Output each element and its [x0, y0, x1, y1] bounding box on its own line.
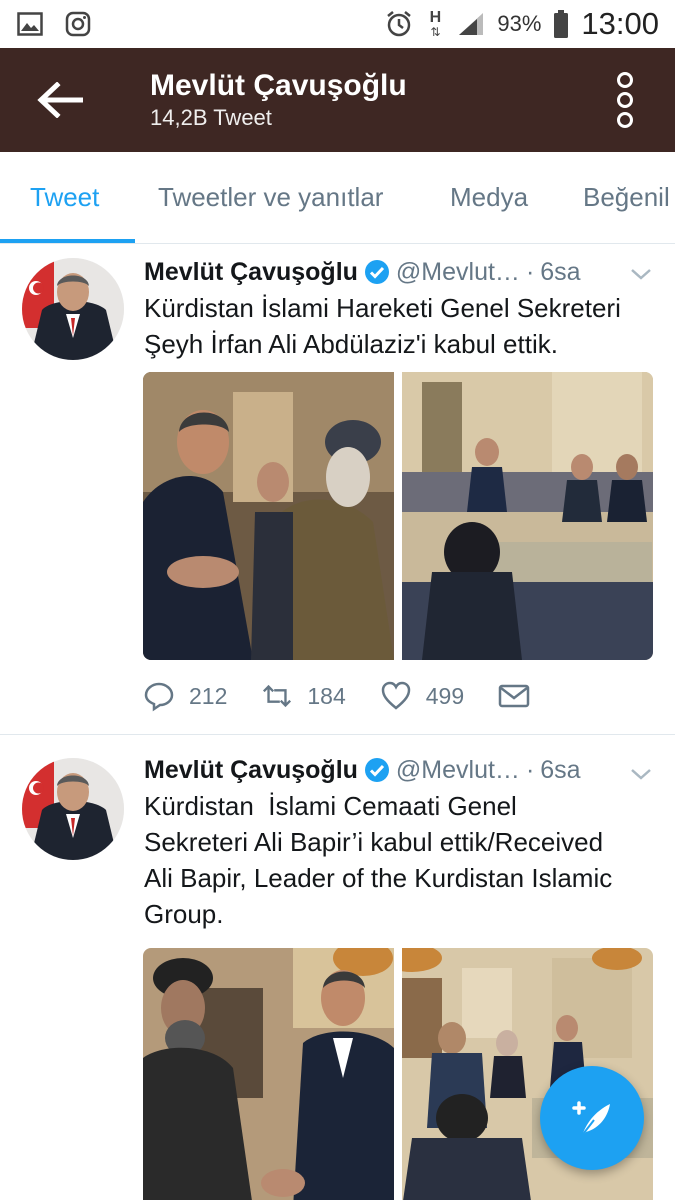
tweet-text: Kürdistan İslami Hareketi Genel Sekreter… — [144, 293, 621, 359]
reply-count: 212 — [189, 682, 228, 709]
tweet-options-button[interactable] — [629, 762, 653, 786]
profile-tabs: Tweet Tweetler ve yanıtlar Medya Beğenil — [0, 152, 675, 244]
author-name[interactable]: Mevlüt Çavuşoğlu — [144, 258, 358, 287]
reply-icon — [143, 680, 175, 712]
tab-likes[interactable]: Beğenil — [583, 182, 670, 213]
photo[interactable] — [402, 372, 653, 660]
back-button[interactable] — [0, 48, 120, 152]
verified-badge-icon — [364, 757, 390, 783]
like-count: 499 — [425, 682, 465, 709]
author-handle[interactable]: @Mevlut… — [396, 756, 520, 785]
avatar[interactable] — [22, 258, 124, 360]
tweet-time[interactable]: 6sa — [540, 258, 580, 287]
compose-feather-icon — [572, 1101, 610, 1139]
network-type-icon: H ⇅ — [429, 9, 442, 39]
profile-app-bar: Mevlüt Çavuşoğlu 14,2B Tweet — [0, 48, 675, 152]
tweet-actions: 212 184 499 — [143, 676, 593, 716]
tweet-time[interactable]: 6sa — [540, 756, 580, 785]
tweet-divider — [0, 734, 675, 735]
more-vert-icon — [617, 72, 633, 88]
clock: 13:00 — [581, 6, 659, 41]
status-bar: H ⇅ 93% 13:00 — [0, 0, 675, 48]
tab-media[interactable]: Medya — [450, 182, 528, 213]
author-name[interactable]: Mevlüt Çavuşoğlu — [144, 756, 358, 785]
tweet-count: 14,2B Tweet — [150, 105, 272, 130]
more-options-button[interactable] — [605, 72, 645, 128]
signal-icon — [457, 10, 485, 38]
direct-message-button[interactable] — [498, 680, 530, 712]
tweet-media[interactable] — [143, 372, 653, 660]
chevron-down-icon — [631, 769, 651, 780]
tweet-text: Kürdistan İslami Cemaati Genel Sekreteri… — [144, 791, 613, 929]
like-button[interactable]: 499 — [380, 680, 464, 712]
battery-icon — [553, 10, 569, 38]
arrow-left-icon — [37, 82, 83, 118]
alarm-icon — [385, 10, 413, 38]
instagram-icon — [64, 10, 92, 38]
author-handle[interactable]: @Mevlut… — [396, 258, 520, 287]
chevron-down-icon — [631, 269, 651, 280]
tweet[interactable]: Mevlüt Çavuşoğlu @Mevlut… · 6sa Kürdista… — [0, 244, 675, 734]
envelope-icon — [498, 680, 530, 712]
retweet-button[interactable]: 184 — [261, 680, 346, 712]
avatar[interactable] — [22, 758, 124, 860]
image-icon — [16, 10, 44, 38]
photo[interactable] — [143, 948, 394, 1200]
verified-badge-icon — [364, 259, 390, 285]
retweet-count: 184 — [307, 682, 346, 709]
tweet-options-button[interactable] — [629, 262, 653, 286]
tab-tweet[interactable]: Tweet — [30, 182, 99, 213]
battery-percent: 93% — [497, 11, 542, 36]
photo[interactable] — [143, 372, 394, 660]
tab-tweets-and-replies[interactable]: Tweetler ve yanıtlar — [158, 182, 383, 213]
heart-icon — [380, 680, 412, 712]
compose-tweet-button[interactable] — [540, 1066, 644, 1170]
retweet-icon — [261, 680, 293, 712]
reply-button[interactable]: 212 — [143, 680, 227, 712]
profile-name: Mevlüt Çavuşoğlu — [150, 69, 407, 102]
